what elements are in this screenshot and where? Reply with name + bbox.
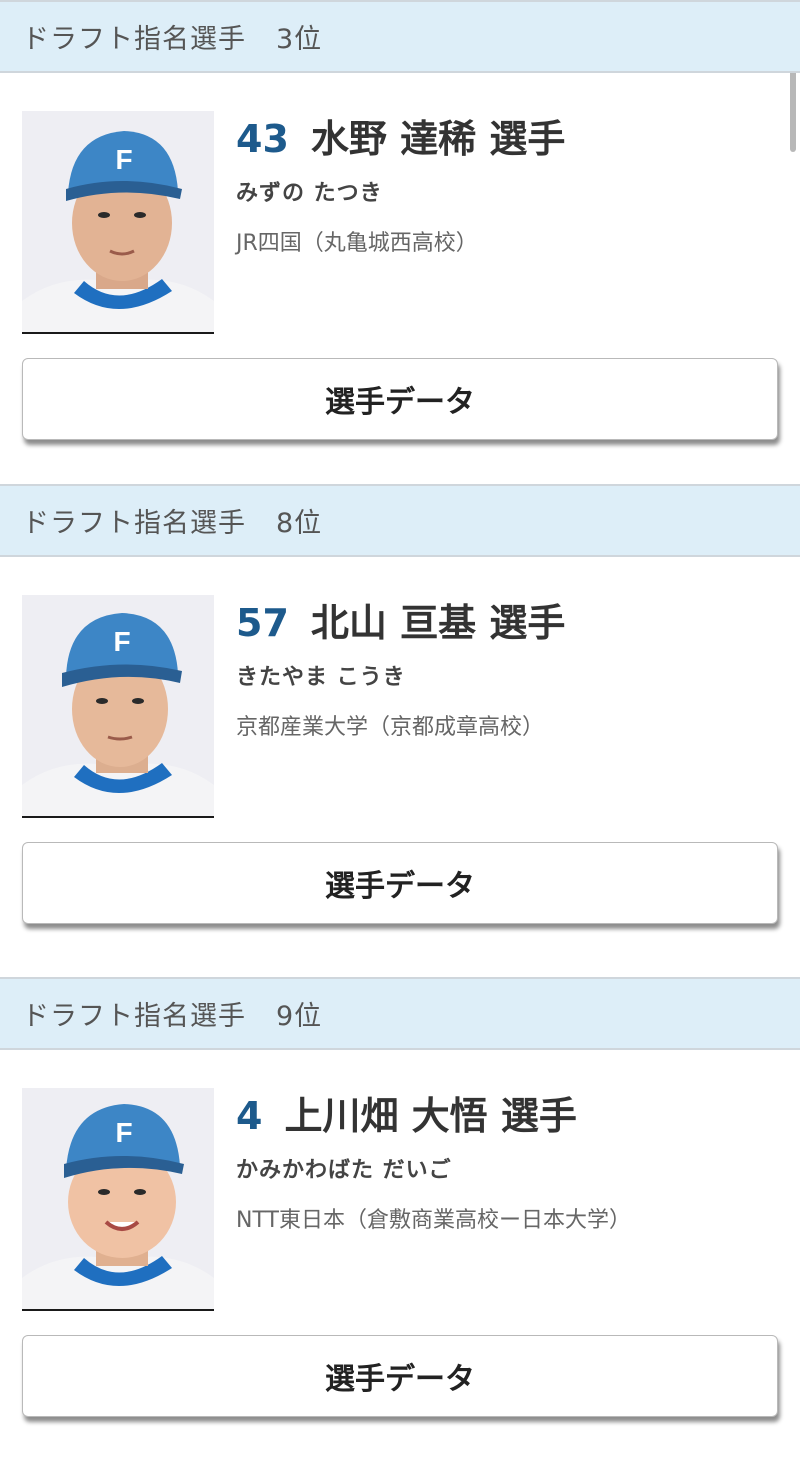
player-school: NTT東日本（倉敷商業高校ー日本大学） (236, 1208, 631, 1233)
player-kana: かみかわばた だいご (236, 1158, 452, 1183)
player-kana: きたやま こうき (236, 665, 406, 690)
player-school: 京都産業大学（京都成章高校） (236, 715, 545, 740)
uniform-number: 43 (236, 117, 289, 161)
draft-rank: 3位 (276, 24, 323, 55)
uniform-number: 4 (236, 1094, 263, 1138)
svg-text:F: F (115, 1117, 132, 1148)
player-name: 上川畑 大悟 選手 (284, 1094, 577, 1138)
player-data-button[interactable]: 選手データ (22, 358, 778, 440)
section-label: ドラフト指名選手 (22, 508, 246, 539)
player-name-line: 43 水野 達稀 選手 (236, 115, 565, 163)
section-header: ドラフト指名選手 9位 (0, 977, 800, 1050)
player-name-line: 57 北山 亘基 選手 (236, 599, 565, 647)
player-data-button[interactable]: 選手データ (22, 1335, 778, 1417)
player-photo: F (22, 595, 214, 818)
section-label: ドラフト指名選手 (22, 24, 246, 55)
svg-text:F: F (113, 626, 130, 657)
draft-rank: 9位 (276, 1001, 323, 1032)
svg-text:F: F (115, 144, 132, 175)
player-name: 北山 亘基 選手 (310, 601, 566, 645)
uniform-number: 57 (236, 601, 289, 645)
player-photo: F (22, 111, 214, 334)
player-kana: みずの たつき (236, 181, 383, 206)
section-label: ドラフト指名選手 (22, 1001, 246, 1032)
player-section: ドラフト指名選手 8位 F 57 北山 亘基 選手 きたやま こうき 京都産業大… (0, 484, 800, 924)
player-photo: F (22, 1088, 214, 1311)
player-data-button[interactable]: 選手データ (22, 842, 778, 924)
section-header: ドラフト指名選手 8位 (0, 484, 800, 557)
player-name-line: 4 上川畑 大悟 選手 (236, 1092, 631, 1140)
draft-rank: 8位 (276, 508, 323, 539)
player-section: ドラフト指名選手 3位 F 43 水野 達稀 選手 みずの たつき JR四国（丸… (0, 0, 800, 440)
player-section: ドラフト指名選手 9位 F 4 上川畑 大悟 選手 かみかわばた だいご NTT… (0, 977, 800, 1417)
player-name: 水野 達稀 選手 (310, 117, 566, 161)
section-header: ドラフト指名選手 3位 (0, 0, 800, 73)
player-school: JR四国（丸亀城西高校） (236, 231, 478, 256)
